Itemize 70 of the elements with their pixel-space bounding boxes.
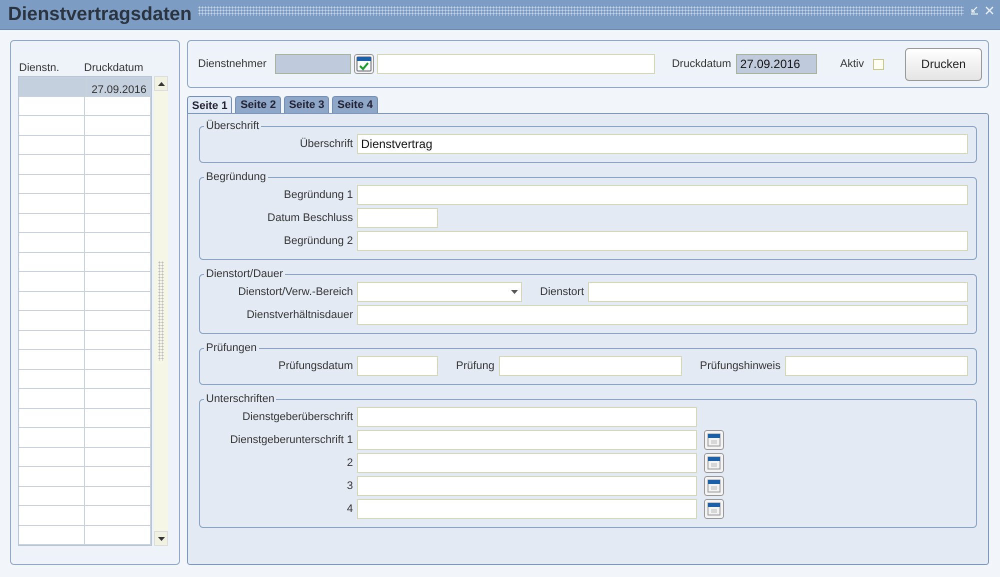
field-label: 4 xyxy=(346,503,353,515)
field-label: Dienstort xyxy=(540,286,584,298)
calendar-icon xyxy=(707,502,721,516)
field-label: 3 xyxy=(346,480,353,492)
dropdown[interactable] xyxy=(357,282,522,302)
employee-name-field[interactable] xyxy=(377,54,655,74)
section-title: Prüfungen xyxy=(205,342,258,354)
field-label: Begründung 2 xyxy=(282,235,353,247)
field-label: Druckdatum xyxy=(672,58,732,70)
field-label: Überschrift xyxy=(298,138,353,150)
section-title: Unterschriften xyxy=(205,393,276,405)
field-label: Dienstnehmer xyxy=(198,58,266,70)
date-field[interactable] xyxy=(357,208,438,228)
field-label: Dienstverhältnisdauer xyxy=(246,309,353,321)
active-checkbox[interactable] xyxy=(873,58,884,70)
field-label: Dienstgeberunterschrift 1 xyxy=(229,434,353,446)
calendar-button[interactable] xyxy=(704,430,724,450)
field-label: 2 xyxy=(346,457,353,469)
table-cell-text: 27.09.2016 xyxy=(90,82,148,96)
tab[interactable]: Seite 2 xyxy=(235,96,281,113)
calendar-button[interactable] xyxy=(704,453,724,473)
field-label: Begründung 1 xyxy=(282,189,353,201)
section-title: Begründung xyxy=(205,171,267,183)
field-label: Dienstgeberüberschrift xyxy=(241,411,353,423)
text-field[interactable] xyxy=(357,453,697,473)
text-field[interactable] xyxy=(588,282,968,302)
section-title: Überschrift xyxy=(205,120,260,132)
date-field[interactable] xyxy=(357,356,438,376)
column-header: Druckdatum xyxy=(83,62,144,74)
text-field[interactable] xyxy=(784,356,968,376)
tab[interactable]: Seite 3 xyxy=(284,96,330,113)
field-label: Prüfungshinweis xyxy=(700,360,781,372)
text-field[interactable] xyxy=(357,476,697,496)
down-arrow-icon xyxy=(158,536,164,540)
calendar-button[interactable] xyxy=(704,499,724,519)
text-field[interactable] xyxy=(357,430,697,450)
calendar-button[interactable] xyxy=(704,476,724,496)
text-field[interactable] xyxy=(498,356,682,376)
field-label: Prüfung xyxy=(456,360,495,372)
text-field[interactable] xyxy=(357,499,697,519)
close-icon[interactable] xyxy=(985,6,994,15)
caret-icon xyxy=(511,290,518,294)
calendar-check-icon xyxy=(356,56,372,72)
print-button[interactable]: Drucken xyxy=(905,48,982,80)
field-label: Datum Beschluss xyxy=(266,212,353,224)
list-row[interactable]: 27.09.2016 xyxy=(19,77,151,96)
calendar-icon xyxy=(707,456,721,470)
calendar-check-button[interactable] xyxy=(354,54,374,74)
field-label: Aktiv xyxy=(840,58,864,70)
text-field[interactable] xyxy=(357,305,968,325)
tab[interactable]: Seite 4 xyxy=(332,96,378,113)
tab[interactable]: Seite 1 xyxy=(187,96,232,114)
field-label: Dienstort/Verw.-Bereich xyxy=(237,286,353,298)
text-field[interactable]: Dienstvertrag xyxy=(357,134,968,154)
text-field[interactable] xyxy=(357,185,968,205)
scrollbar[interactable] xyxy=(154,76,168,546)
calendar-icon xyxy=(707,433,721,447)
section-title: Dienstort/Dauer xyxy=(205,268,284,280)
scroll-down-button[interactable] xyxy=(154,531,168,546)
scroll-up-button[interactable] xyxy=(154,76,168,91)
up-arrow-icon xyxy=(158,82,164,86)
employee-number-field[interactable] xyxy=(275,54,352,74)
print-date-field[interactable]: 27.09.2016 xyxy=(736,54,818,74)
field-label: Prüfungsdatum xyxy=(277,360,353,372)
column-header: Dienstn. xyxy=(18,62,60,74)
text-field[interactable] xyxy=(357,407,697,427)
window-title: Dienstvertragsdaten xyxy=(8,4,192,26)
calendar-icon xyxy=(707,479,721,493)
text-field[interactable] xyxy=(357,231,968,251)
minimize-icon[interactable] xyxy=(970,6,979,15)
